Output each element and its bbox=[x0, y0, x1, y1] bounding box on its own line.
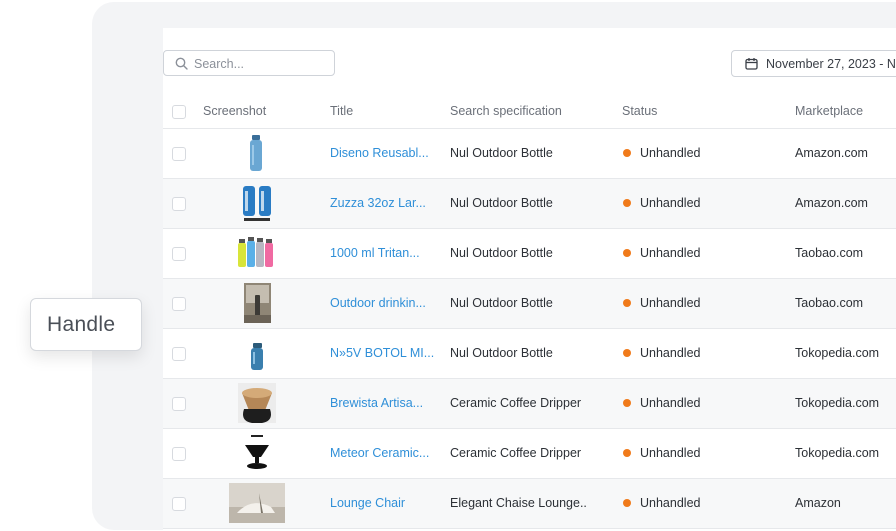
product-title-link[interactable]: Brewista Artisa... bbox=[330, 396, 423, 410]
product-title-link[interactable]: Meteor Ceramic... bbox=[330, 446, 429, 460]
table-row[interactable]: Meteor Ceramic... Ceramic Coffee Dripper… bbox=[163, 429, 896, 479]
row-checkbox[interactable] bbox=[172, 297, 186, 311]
status-label: Unhandled bbox=[640, 496, 701, 510]
marketplace: Amazon bbox=[795, 496, 841, 510]
date-range-label: November 27, 2023 - N bbox=[766, 57, 896, 71]
product-thumbnail bbox=[238, 237, 273, 267]
calendar-icon bbox=[745, 58, 758, 70]
search-spec: Nul Outdoor Bottle bbox=[450, 296, 553, 310]
search-spec: Ceramic Coffee Dripper bbox=[450, 396, 582, 410]
status-dot bbox=[623, 249, 631, 257]
search-placeholder: Search... bbox=[194, 57, 245, 71]
status-label: Unhandled bbox=[640, 196, 701, 210]
status-dot bbox=[623, 149, 631, 157]
product-thumbnail bbox=[229, 483, 285, 523]
marketplace: Tokopedia.com bbox=[795, 396, 880, 410]
search-spec: Nul Outdoor Bottle bbox=[450, 346, 553, 360]
column-header-screenshot[interactable]: Screenshot bbox=[203, 104, 266, 118]
table-header: Screenshot Title Search specification St… bbox=[163, 96, 896, 129]
product-title-link[interactable]: Outdoor drinkin... bbox=[330, 296, 426, 310]
status-dot bbox=[623, 399, 631, 407]
table-row[interactable]: Brewista Artisa... Ceramic Coffee Drippe… bbox=[163, 379, 896, 429]
table-row[interactable]: Outdoor drinkin... Nul Outdoor Bottle Un… bbox=[163, 279, 896, 329]
marketplace: Taobao.com bbox=[795, 246, 864, 260]
column-header-search-specification[interactable]: Search specification bbox=[450, 104, 562, 118]
row-checkbox[interactable] bbox=[172, 397, 186, 411]
product-thumbnail bbox=[243, 186, 271, 221]
row-checkbox[interactable] bbox=[172, 197, 186, 211]
product-title-link[interactable]: N»5V BOTOL MI... bbox=[330, 346, 434, 360]
search-spec: Nul Outdoor Bottle bbox=[450, 146, 553, 160]
product-thumbnail bbox=[245, 435, 269, 469]
marketplace: Amazon.com bbox=[795, 146, 868, 160]
column-header-marketplace[interactable]: Marketplace bbox=[795, 104, 863, 118]
table-row[interactable]: Diseno Reusabl... Nul Outdoor Bottle Unh… bbox=[163, 129, 896, 179]
search-spec: Ceramic Coffee Dripper bbox=[450, 446, 582, 460]
search-spec: Elegant Chaise Lounge.. bbox=[450, 496, 587, 510]
marketplace: Tokopedia.com bbox=[795, 346, 880, 360]
row-checkbox[interactable] bbox=[172, 447, 186, 461]
status-label: Unhandled bbox=[640, 446, 701, 460]
marketplace: Amazon.com bbox=[795, 196, 868, 210]
handle-label: Handle bbox=[47, 313, 116, 336]
row-checkbox[interactable] bbox=[172, 347, 186, 361]
product-thumbnail bbox=[238, 383, 276, 423]
column-header-title[interactable]: Title bbox=[330, 104, 353, 118]
product-title-link[interactable]: Diseno Reusabl... bbox=[330, 146, 429, 160]
status-label: Unhandled bbox=[640, 396, 701, 410]
product-thumbnail bbox=[250, 135, 262, 171]
status-dot bbox=[623, 199, 631, 207]
table-row[interactable]: N»5V BOTOL MI... Nul Outdoor Bottle Unha… bbox=[163, 329, 896, 379]
status-dot bbox=[623, 299, 631, 307]
search-spec: Nul Outdoor Bottle bbox=[450, 196, 553, 210]
column-header-status[interactable]: Status bbox=[622, 104, 657, 118]
status-label: Unhandled bbox=[640, 346, 701, 360]
search-input[interactable]: Search... bbox=[163, 50, 335, 76]
status-label: Unhandled bbox=[640, 296, 701, 310]
handle-tooltip[interactable]: Handle bbox=[30, 298, 142, 351]
product-thumbnail bbox=[251, 343, 263, 370]
search-icon bbox=[175, 57, 188, 70]
status-label: Unhandled bbox=[640, 246, 701, 260]
status-dot bbox=[623, 349, 631, 357]
date-range-picker[interactable]: November 27, 2023 - N bbox=[731, 50, 896, 77]
table-row[interactable]: Lounge Chair Elegant Chaise Lounge.. Unh… bbox=[163, 479, 896, 529]
product-thumbnail bbox=[244, 283, 271, 323]
status-label: Unhandled bbox=[640, 146, 701, 160]
row-checkbox[interactable] bbox=[172, 147, 186, 161]
status-dot bbox=[623, 499, 631, 507]
search-spec: Nul Outdoor Bottle bbox=[450, 246, 553, 260]
status-dot bbox=[623, 449, 631, 457]
product-title-link[interactable]: Lounge Chair bbox=[330, 496, 405, 510]
product-title-link[interactable]: Zuzza 32oz Lar... bbox=[330, 196, 426, 210]
select-all-checkbox[interactable] bbox=[172, 105, 186, 119]
marketplace: Taobao.com bbox=[795, 296, 864, 310]
marketplace: Tokopedia.com bbox=[795, 446, 880, 460]
table-row[interactable]: Zuzza 32oz Lar... Nul Outdoor Bottle Unh… bbox=[163, 179, 896, 229]
table-row[interactable]: 1000 ml Tritan... Nul Outdoor Bottle Unh… bbox=[163, 229, 896, 279]
row-checkbox[interactable] bbox=[172, 247, 186, 261]
row-checkbox[interactable] bbox=[172, 497, 186, 511]
product-title-link[interactable]: 1000 ml Tritan... bbox=[330, 246, 420, 260]
